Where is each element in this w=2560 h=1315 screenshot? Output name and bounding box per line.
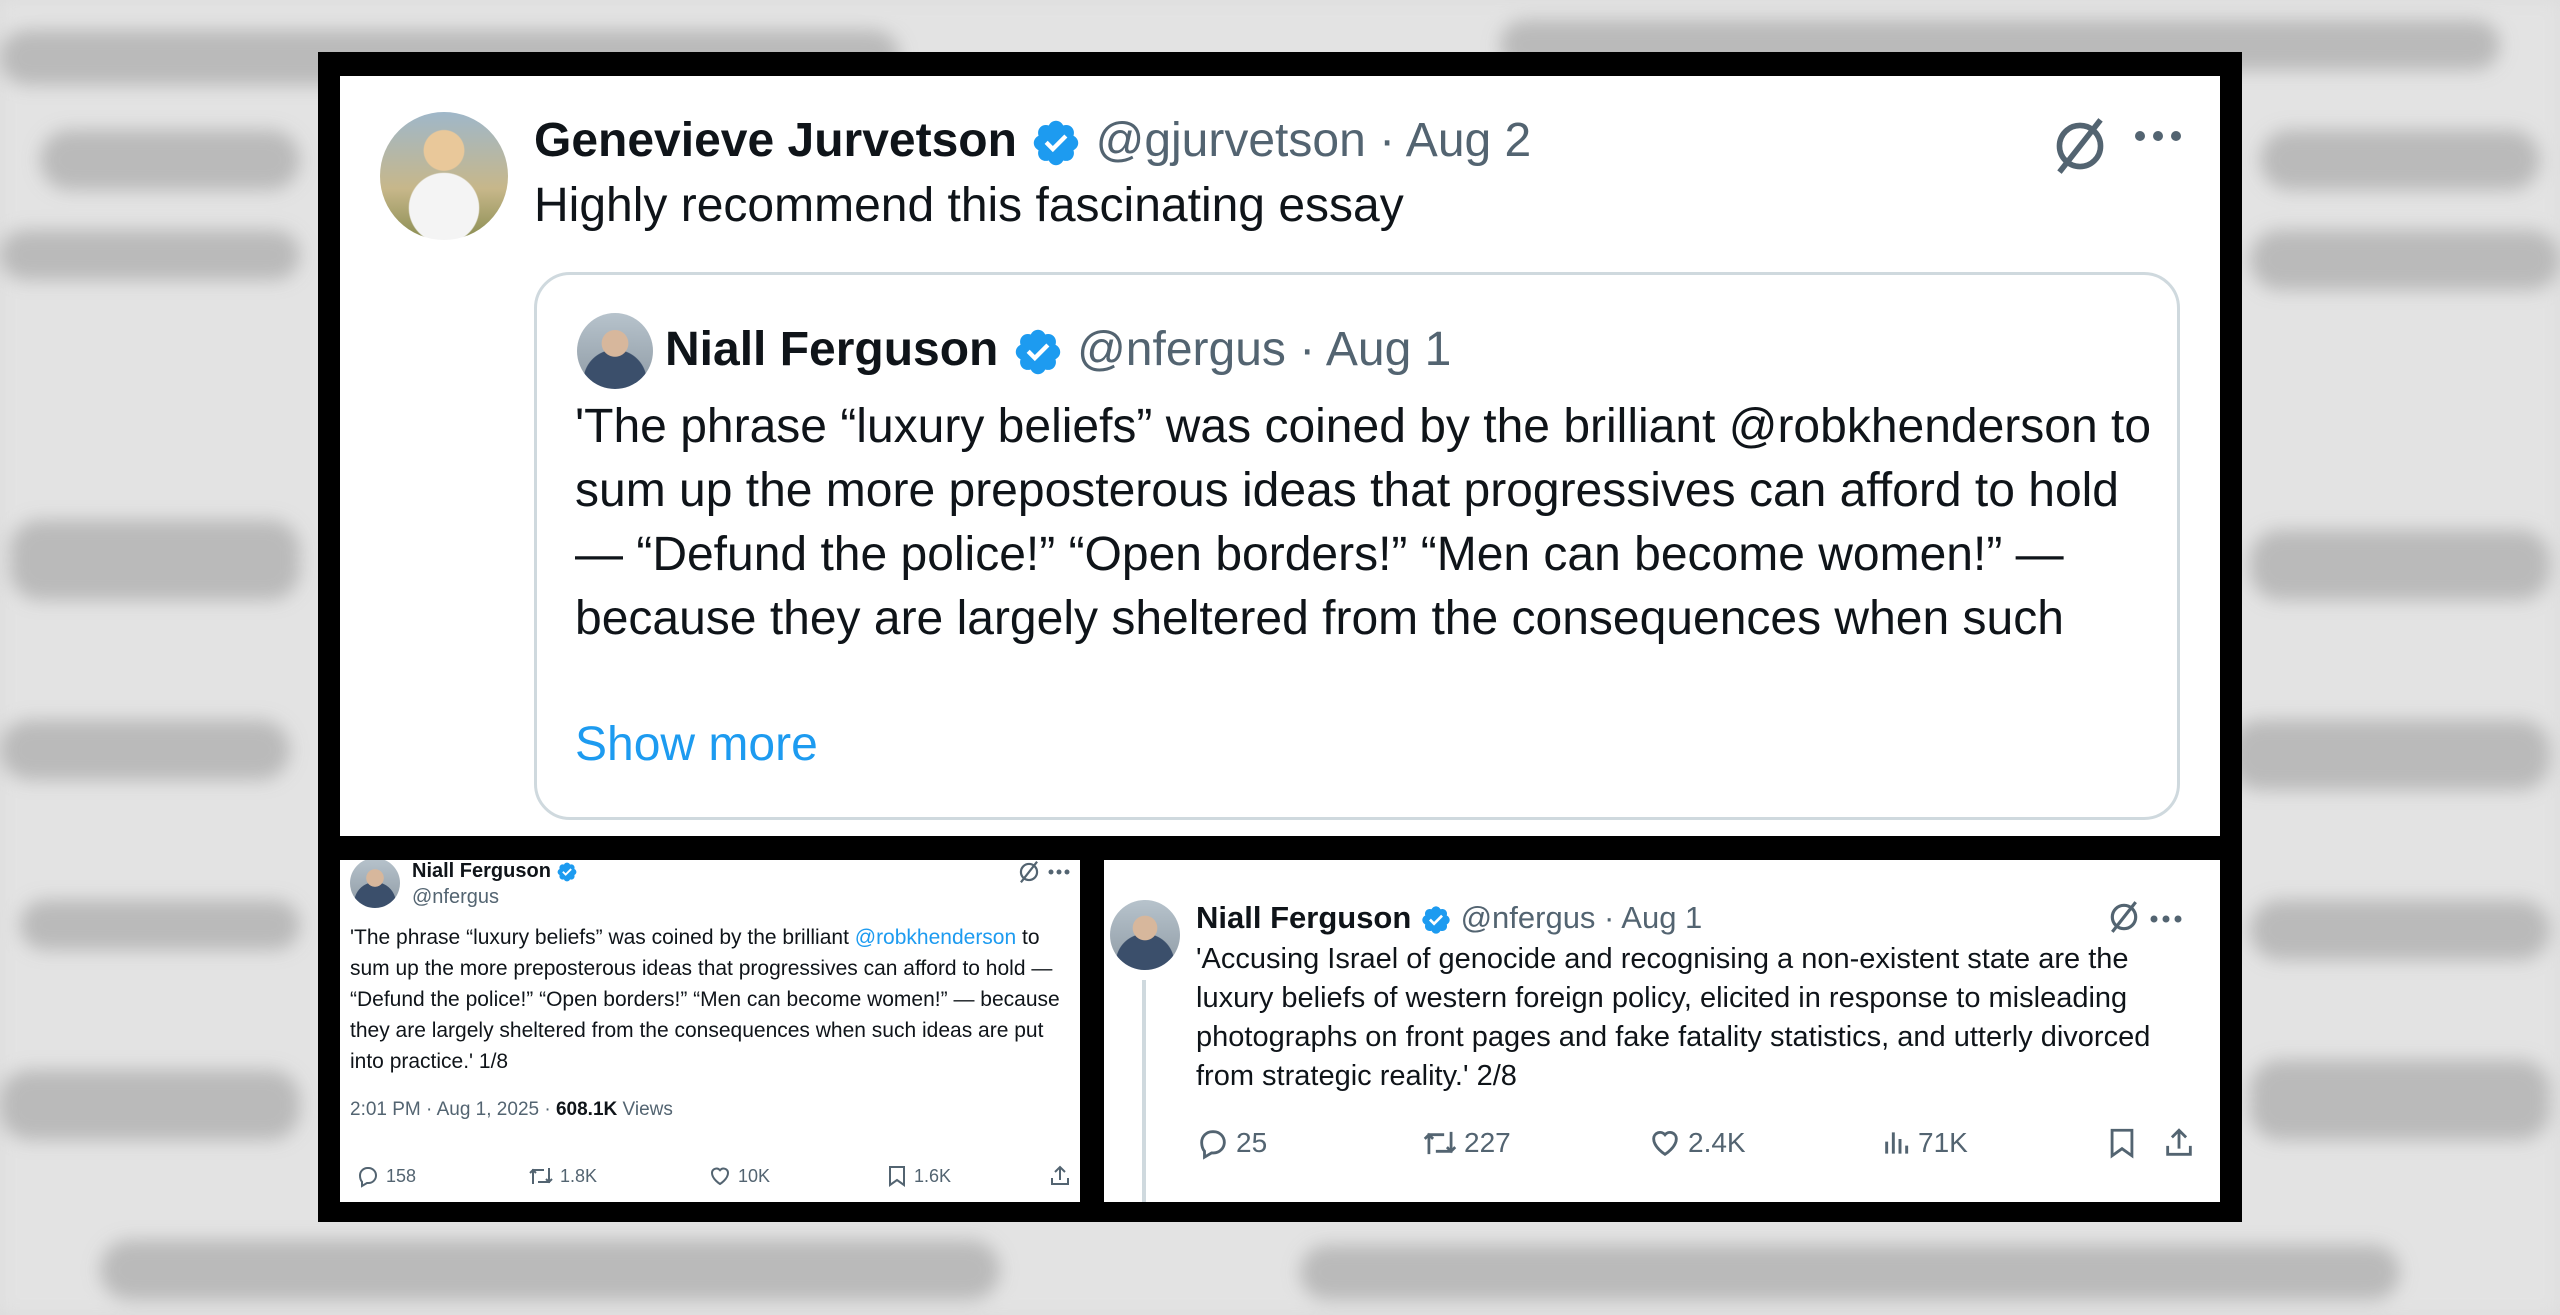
verified-badge-icon <box>1422 906 1450 934</box>
views-button[interactable]: 71K <box>1880 1126 1968 1160</box>
heart-icon <box>1652 1131 1678 1157</box>
separator: · <box>1595 900 1622 935</box>
repost-count: 1.8K <box>560 1165 598 1186</box>
author-handle[interactable]: @nfergus <box>1077 323 1286 376</box>
reply-button[interactable]: 25 <box>1196 1126 1267 1160</box>
avatar[interactable] <box>577 313 653 389</box>
verified-badge-icon <box>1015 330 1060 375</box>
avatar[interactable] <box>350 860 400 908</box>
bookmark-button[interactable] <box>2106 1126 2138 1160</box>
views-count: 608.1K <box>555 1099 618 1120</box>
quoted-post-card[interactable]: Niall Ferguson @nfergus · Aug 1 'The phr… <box>534 272 2180 820</box>
share-button[interactable] <box>2162 1126 2196 1160</box>
reply-icon <box>358 1167 378 1188</box>
avatar[interactable] <box>380 112 508 240</box>
author-handle[interactable]: @nfergus <box>1461 900 1596 935</box>
post-text: Highly recommend this fascinating essay <box>534 179 1404 232</box>
repost-count: 227 <box>1464 1127 1511 1158</box>
post-timestamp[interactable]: 2:01 PM · Aug 1, 2025 · <box>350 1099 556 1120</box>
collage-frame: Genevieve Jurvetson @gjurvetson · Aug 2 … <box>318 52 2242 1222</box>
action-bar: 25 227 2.4K 71K <box>1196 1126 2206 1166</box>
expanded-post-card: Niall Ferguson @nfergus 'The phrase “lux… <box>340 860 1080 1202</box>
post-text-part: 'The phrase “luxury beliefs” was coined … <box>350 926 855 949</box>
share-icon <box>1051 1165 1069 1185</box>
verified-badge-icon <box>1034 121 1079 166</box>
post-date[interactable]: Aug 1 <box>1621 900 1702 935</box>
post-text: 'Accusing Israel of genocide and recogni… <box>1196 943 2151 1092</box>
separator: · <box>1285 323 1326 376</box>
more-options-icon[interactable] <box>2132 128 2184 144</box>
views-chart-icon <box>1885 1132 1909 1154</box>
grok-icon[interactable] <box>2052 116 2108 176</box>
post-header: Niall Ferguson @nfergus · Aug 1 <box>1196 898 1702 938</box>
post-date[interactable]: Aug 2 <box>1406 114 1531 167</box>
author-name-row: Niall Ferguson <box>412 860 578 883</box>
quoted-post-text: 'The phrase “luxury beliefs” was coined … <box>575 400 2152 645</box>
share-icon <box>2166 1128 2192 1156</box>
action-bar: 158 1.8K 10K 1.6K <box>356 1164 1072 1194</box>
author-handle[interactable]: @nfergus <box>412 886 499 908</box>
reply-count: 25 <box>1236 1127 1268 1158</box>
reply-button[interactable]: 158 <box>356 1164 416 1188</box>
author-name[interactable]: Genevieve Jurvetson <box>534 114 1017 167</box>
author-handle[interactable]: @gjurvetson <box>1096 114 1366 167</box>
quoted-post-header: Niall Ferguson @nfergus · Aug 1 <box>665 319 1451 381</box>
repost-button[interactable]: 1.8K <box>528 1164 597 1188</box>
separator: · <box>1365 114 1406 167</box>
views-label: Views <box>617 1099 673 1120</box>
like-count: 2.4K <box>1688 1127 1746 1158</box>
reply-count: 158 <box>386 1165 417 1186</box>
more-options-icon[interactable] <box>1048 868 1070 876</box>
mention-link[interactable]: @robkhenderson <box>855 926 1016 949</box>
like-count: 10K <box>738 1165 771 1186</box>
author-name[interactable]: Niall Ferguson <box>1196 900 1411 935</box>
author-name[interactable]: Niall Ferguson <box>412 860 551 882</box>
heart-icon <box>710 1167 730 1186</box>
bookmark-icon <box>889 1166 905 1187</box>
like-button[interactable]: 2.4K <box>1648 1126 1746 1160</box>
grok-icon[interactable] <box>2108 900 2140 934</box>
like-button[interactable]: 10K <box>708 1164 770 1188</box>
bookmark-icon <box>2110 1128 2134 1159</box>
more-options-icon[interactable] <box>2150 914 2182 924</box>
post-header: Genevieve Jurvetson @gjurvetson · Aug 2 <box>534 110 1531 172</box>
views-count: 71K <box>1918 1127 1968 1158</box>
avatar[interactable] <box>1110 900 1180 970</box>
top-post-card: Genevieve Jurvetson @gjurvetson · Aug 2 … <box>340 76 2220 836</box>
repost-button[interactable]: 227 <box>1422 1126 1511 1160</box>
bookmark-button[interactable]: 1.6K <box>886 1164 951 1188</box>
grok-icon[interactable] <box>1018 860 1040 884</box>
reply-icon <box>1200 1130 1226 1160</box>
verified-badge-icon <box>558 862 577 882</box>
repost-icon <box>529 1168 553 1184</box>
thread-line <box>1142 980 1146 1202</box>
repost-icon <box>1423 1131 1457 1155</box>
show-more-link[interactable]: Show more <box>575 713 818 777</box>
thread-post-card: Niall Ferguson @nfergus · Aug 1 'Accusin… <box>1104 860 2220 1202</box>
author-name[interactable]: Niall Ferguson <box>665 323 998 376</box>
post-text: 'The phrase “luxury beliefs” was coined … <box>350 922 1070 1077</box>
post-date[interactable]: Aug 1 <box>1326 323 1451 376</box>
share-button[interactable] <box>1048 1164 1072 1188</box>
post-meta: 2:01 PM · Aug 1, 2025 · 608.1K Views <box>350 1098 673 1122</box>
bookmark-count: 1.6K <box>914 1165 952 1186</box>
